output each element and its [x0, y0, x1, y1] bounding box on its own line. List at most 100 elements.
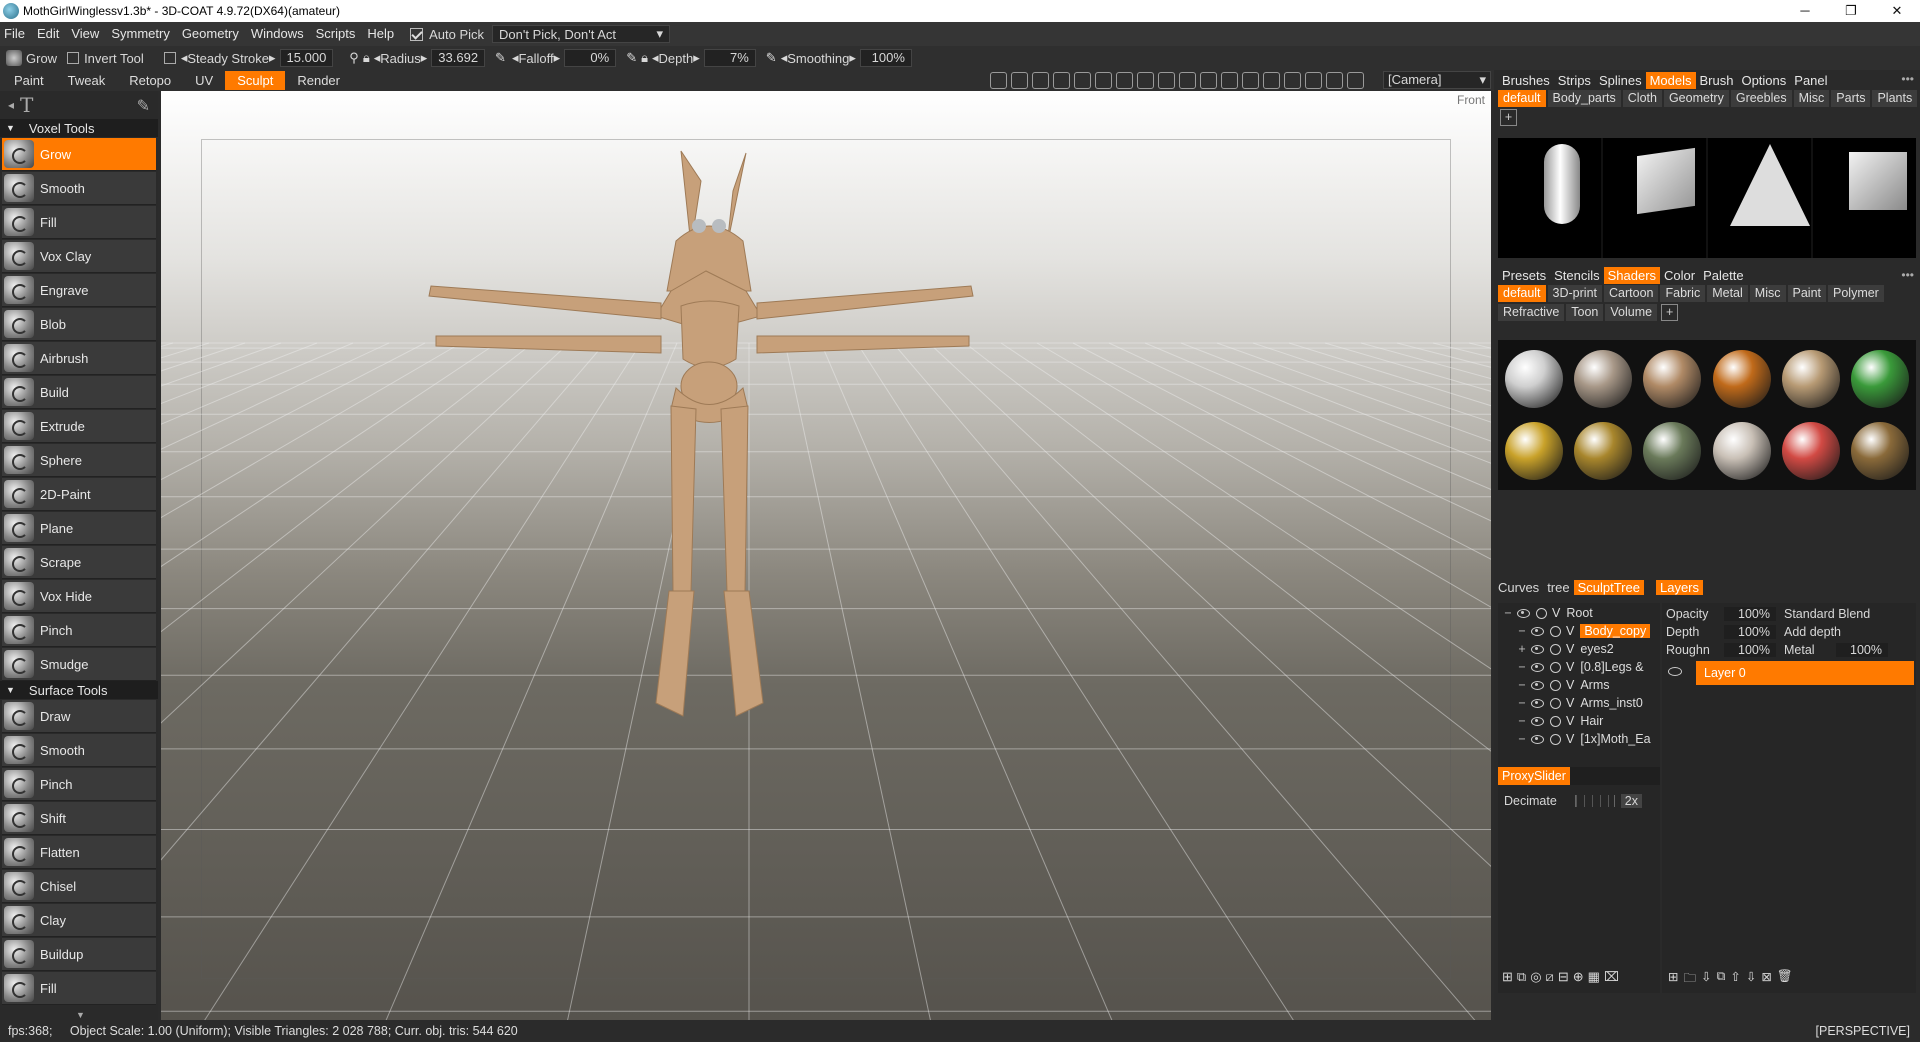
- room-tab-paint[interactable]: Paint: [2, 71, 56, 90]
- tree-node-name[interactable]: eyes2: [1580, 642, 1613, 656]
- menu-help[interactable]: Help: [363, 22, 402, 46]
- model-upper-left-arm[interactable]: [428, 285, 662, 320]
- model-lower-left-arm[interactable]: [435, 335, 662, 354]
- visibility-eye-icon[interactable]: [1531, 680, 1544, 690]
- tree-node-name[interactable]: Hair: [1580, 714, 1603, 728]
- sculpt-model[interactable]: [428, 150, 974, 717]
- tool-chisel[interactable]: Chisel: [2, 870, 156, 903]
- tool-vox-clay[interactable]: Vox Clay: [2, 240, 156, 273]
- tool-extrude[interactable]: Extrude: [2, 410, 156, 443]
- visibility-eye-icon[interactable]: [1531, 626, 1544, 636]
- grid-icon[interactable]: [1053, 72, 1070, 89]
- tool-build[interactable]: Build: [2, 376, 156, 409]
- collapse-icon[interactable]: −: [1516, 732, 1528, 746]
- move-icon[interactable]: [1137, 72, 1154, 89]
- pick-mode-dropdown[interactable]: Don't Pick, Don't Act ▾: [492, 25, 671, 43]
- tree-node-name[interactable]: Body_copy: [1580, 624, 1651, 638]
- falloff-value[interactable]: 0%: [564, 49, 617, 67]
- menu-windows[interactable]: Windows: [247, 22, 312, 46]
- shading-icon[interactable]: [990, 72, 1007, 89]
- model-right-leg[interactable]: [720, 405, 749, 592]
- tool-engrave[interactable]: Engrave: [2, 274, 156, 307]
- fullscreen-icon[interactable]: [1305, 72, 1322, 89]
- tree-node-name[interactable]: [0.8]Legs &: [1580, 660, 1643, 674]
- tree-node-name[interactable]: Root: [1566, 606, 1592, 620]
- current-tool-indicator[interactable]: Grow: [6, 50, 57, 66]
- lock-icon[interactable]: 🔒︎: [641, 50, 648, 66]
- decimate-control[interactable]: Decimate 2x: [1504, 792, 1660, 810]
- light-icon[interactable]: [1011, 72, 1028, 89]
- duplicate-icon[interactable]: ⧉: [1716, 969, 1725, 990]
- tool-2d-paint[interactable]: 2D-Paint: [2, 478, 156, 511]
- zoom-icon[interactable]: [1158, 72, 1175, 89]
- pivot-icon[interactable]: [1095, 72, 1112, 89]
- category-default[interactable]: default: [1498, 285, 1546, 302]
- shader-ball[interactable]: [1643, 350, 1702, 408]
- voxel-tools-section[interactable]: ▼ Voxel Tools: [0, 119, 158, 137]
- right-arrow-icon[interactable]: ▸: [421, 50, 428, 66]
- ghost-toggle-icon[interactable]: [1550, 697, 1561, 709]
- menu-symmetry[interactable]: Symmetry: [107, 22, 178, 46]
- add-volume-icon[interactable]: ⊞: [1502, 969, 1513, 985]
- menu-geometry[interactable]: Geometry: [178, 22, 247, 46]
- screenshot-icon[interactable]: [1326, 72, 1343, 89]
- collapse-icon[interactable]: −: [1516, 696, 1528, 710]
- import-icon[interactable]: ⇩: [1701, 969, 1711, 990]
- category-volume[interactable]: Volume: [1605, 304, 1658, 321]
- collapse-arrow-icon[interactable]: ◂: [8, 98, 14, 112]
- sphere-icon[interactable]: ◎: [1530, 969, 1541, 985]
- pen-icon[interactable]: ✎: [495, 50, 506, 66]
- model-right-foot[interactable]: [723, 590, 764, 717]
- model-upper-right-arm[interactable]: [756, 285, 974, 320]
- tree-node-name[interactable]: Arms_inst0: [1580, 696, 1643, 710]
- depth-mode[interactable]: Add depth: [1776, 625, 1916, 639]
- tab-splines[interactable]: Splines: [1595, 72, 1646, 89]
- mesh-icon[interactable]: [1284, 72, 1301, 89]
- collapse-icon[interactable]: −: [1516, 678, 1528, 692]
- depth-row[interactable]: Depth 100% Add depth: [1662, 623, 1916, 640]
- tab-panel[interactable]: Panel: [1790, 72, 1831, 89]
- close-button[interactable]: ✕: [1874, 0, 1920, 22]
- visibility-eye-icon[interactable]: [1531, 644, 1544, 654]
- category-parts[interactable]: Parts: [1831, 90, 1871, 107]
- tool-smooth[interactable]: Smooth: [2, 734, 156, 767]
- pen-icon[interactable]: ✎: [626, 50, 637, 66]
- room-tab-uv[interactable]: UV: [183, 71, 225, 90]
- layer-depth-value[interactable]: 100%: [1724, 624, 1776, 639]
- shader-ball[interactable]: [1504, 350, 1563, 408]
- tab-color[interactable]: Color: [1660, 267, 1699, 284]
- tree-node[interactable]: − V [0.8]Legs &: [1498, 658, 1660, 676]
- tool-clay[interactable]: Clay: [2, 904, 156, 937]
- model-cone[interactable]: [1708, 138, 1811, 258]
- model-eye[interactable]: [712, 219, 726, 233]
- shader-ball[interactable]: [1781, 422, 1840, 480]
- tool-sphere[interactable]: Sphere: [2, 444, 156, 477]
- right-arrow-icon[interactable]: ▸: [849, 50, 856, 66]
- menu-edit[interactable]: Edit: [33, 22, 67, 46]
- depth-value[interactable]: 7%: [703, 49, 756, 67]
- collapse-triangle-icon[interactable]: ▼: [6, 685, 15, 695]
- tree-node[interactable]: − V Hair: [1498, 712, 1660, 730]
- add-layer-icon[interactable]: ⊞: [1668, 969, 1678, 990]
- rotate-icon[interactable]: [1116, 72, 1133, 89]
- tool-shift[interactable]: Shift: [2, 802, 156, 835]
- material-icon[interactable]: [1074, 72, 1091, 89]
- opacity-row[interactable]: Opacity 100% Standard Blend: [1662, 605, 1916, 622]
- category-plants[interactable]: Plants: [1872, 90, 1918, 107]
- category-greebles[interactable]: Greebles: [1730, 90, 1792, 107]
- tab-shaders[interactable]: Shaders: [1603, 266, 1661, 284]
- shader-ball[interactable]: [1573, 422, 1632, 480]
- opacity-value[interactable]: 100%: [1724, 606, 1776, 621]
- expand-icon[interactable]: +: [1516, 642, 1528, 656]
- category-refractive[interactable]: Refractive: [1498, 304, 1565, 321]
- visibility-eye-icon[interactable]: [1517, 608, 1530, 618]
- tree-node[interactable]: − V Body_copy: [1498, 622, 1660, 640]
- smoothing-control[interactable]: ✎ ◂ Smoothing ▸ 100%: [766, 49, 912, 67]
- category-misc[interactable]: Misc: [1793, 90, 1830, 107]
- tool-pinch[interactable]: Pinch: [2, 614, 156, 647]
- brush-icon[interactable]: ✎: [137, 96, 150, 115]
- ghost-toggle-icon[interactable]: [1550, 643, 1561, 655]
- model-capsule[interactable]: [1498, 138, 1601, 258]
- tool-plane[interactable]: Plane: [2, 512, 156, 545]
- collapse-icon[interactable]: −: [1502, 606, 1514, 620]
